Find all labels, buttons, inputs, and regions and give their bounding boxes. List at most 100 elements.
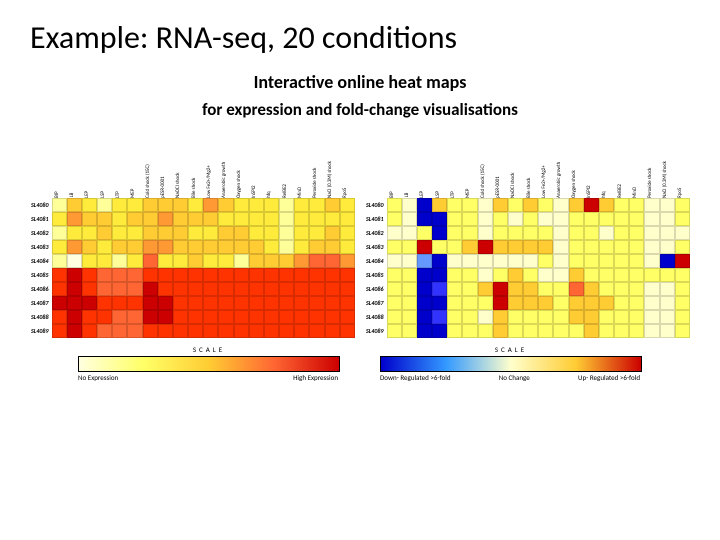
column-header: MinD — [629, 138, 644, 198]
heatmap-cell — [523, 282, 538, 296]
heatmap-cell — [432, 212, 447, 226]
heatmap-cell — [432, 324, 447, 338]
heatmap-cell — [447, 268, 462, 282]
row-label: SL4080 — [365, 198, 387, 212]
heatmap-cell — [584, 268, 599, 282]
heatmap-cell — [234, 310, 249, 324]
heatmap-cell — [203, 296, 218, 310]
heatmap-cell — [234, 240, 249, 254]
heatmap-cell — [644, 226, 659, 240]
heatmap-cell — [493, 324, 508, 338]
heatmap-cell — [112, 198, 127, 212]
heatmap-cell — [629, 254, 644, 268]
heatmap-cell — [538, 324, 553, 338]
heatmap-cell — [675, 268, 690, 282]
heatmap-cell — [462, 212, 477, 226]
heatmap-cell — [143, 310, 158, 324]
heatmap-cell — [143, 254, 158, 268]
heatmap-cell — [158, 240, 173, 254]
page-title: Example: RNA-seq, 20 conditions — [30, 18, 690, 57]
heatmap-cell — [340, 324, 355, 338]
heatmap-cell — [158, 268, 173, 282]
heatmap-cell — [249, 212, 264, 226]
heatmap-cell — [218, 268, 233, 282]
heatmap-cell — [402, 212, 417, 226]
heatmap-cell — [493, 198, 508, 212]
heatmap-cell — [309, 226, 324, 240]
heatmap-cell — [629, 226, 644, 240]
column-header: Anaerobic growth — [218, 138, 233, 198]
heatmap-cell — [478, 254, 493, 268]
heatmap-cell — [569, 212, 584, 226]
heatmap-cell — [660, 226, 675, 240]
heatmap-cell — [112, 226, 127, 240]
row-label: SL4084 — [30, 254, 52, 268]
heatmap-cell — [599, 296, 614, 310]
heatmap-cell — [660, 296, 675, 310]
heatmap-cell — [675, 212, 690, 226]
heatmap-cell — [264, 198, 279, 212]
heatmap-cell — [82, 212, 97, 226]
heatmap-cell — [279, 310, 294, 324]
heatmap-cell — [264, 240, 279, 254]
column-header: hfq — [599, 138, 614, 198]
heatmap-cell — [462, 296, 477, 310]
heatmap-cell — [325, 296, 340, 310]
heatmap-cell — [447, 240, 462, 254]
heatmap-cell — [523, 254, 538, 268]
heatmap-cell — [462, 254, 477, 268]
column-header: MinD — [294, 138, 309, 198]
heatmap-cell — [493, 212, 508, 226]
heatmap-cell — [249, 296, 264, 310]
heatmap-cell — [599, 226, 614, 240]
heatmap-cell — [417, 282, 432, 296]
heatmap-cell — [584, 212, 599, 226]
heatmap-cell — [309, 282, 324, 296]
heatmap-cell — [325, 282, 340, 296]
heatmap-cell — [538, 254, 553, 268]
column-header: Peroxide shock — [309, 138, 324, 198]
heatmap-cell — [325, 226, 340, 240]
heatmap-cell — [493, 254, 508, 268]
heatmap-cell — [417, 310, 432, 324]
heatmap-cell — [538, 310, 553, 324]
heatmap-cell — [173, 324, 188, 338]
column-header: Low Fe2+/Mg2+ — [203, 138, 218, 198]
scale-high: Up- Regulated >6-fold — [578, 374, 640, 382]
row-label: SL4086 — [30, 282, 52, 296]
heatmap-cell — [143, 226, 158, 240]
heatmap-cell — [569, 310, 584, 324]
heatmap-cell — [309, 310, 324, 324]
heatmap-cell — [112, 296, 127, 310]
heatmap-cell — [447, 212, 462, 226]
column-header: hfq — [264, 138, 279, 198]
heatmap-cell — [234, 212, 249, 226]
heatmap-cell — [112, 324, 127, 338]
heatmap-cell — [508, 240, 523, 254]
heatmap-cell — [203, 268, 218, 282]
heatmap-cell — [417, 226, 432, 240]
heatmap-cell — [553, 282, 568, 296]
heatmap-cell — [97, 310, 112, 324]
heatmap-cell — [447, 282, 462, 296]
heatmap-cell — [523, 226, 538, 240]
heatmap-cell — [188, 296, 203, 310]
heatmap-cell — [447, 198, 462, 212]
heatmap-cell — [614, 324, 629, 338]
heatmap-cell — [127, 268, 142, 282]
heatmap-cell — [584, 296, 599, 310]
heatmap-cell — [112, 254, 127, 268]
heatmap-cell — [188, 198, 203, 212]
heatmap-cell — [675, 296, 690, 310]
heatmap-cell — [447, 226, 462, 240]
row-label: SL4086 — [365, 282, 387, 296]
heatmap-cell — [614, 226, 629, 240]
heatmap-cell — [188, 212, 203, 226]
heatmap-cell — [203, 212, 218, 226]
heatmap-cell — [432, 240, 447, 254]
heatmap-cell — [218, 310, 233, 324]
heatmap-cell — [508, 282, 523, 296]
heatmap-cell — [52, 240, 67, 254]
heatmap-cell — [340, 296, 355, 310]
scale-mid: No Change — [499, 374, 530, 382]
